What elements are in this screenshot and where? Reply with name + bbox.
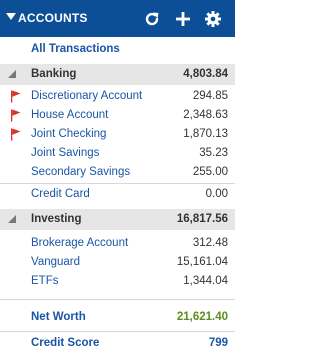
account-balance: 312.48 — [192, 237, 228, 249]
credit-score-value: 799 — [208, 337, 228, 349]
account-name[interactable]: Credit Card — [31, 185, 90, 204]
net-worth-value: 21,621.40 — [176, 311, 228, 323]
group-banking[interactable]: Banking 4,803.84 — [0, 64, 235, 85]
account-balance: 1,344.04 — [183, 275, 228, 287]
refresh-icon[interactable] — [143, 10, 161, 28]
add-icon[interactable] — [174, 10, 192, 28]
account-name[interactable]: ETFs — [31, 272, 58, 291]
account-row-credit-card[interactable]: Credit Card 0.00 — [0, 185, 235, 204]
account-row-joint-savings[interactable]: Joint Savings 35.23 — [0, 144, 235, 163]
group-label: Banking — [31, 68, 77, 80]
accounts-header[interactable]: ACCOUNTS — [0, 0, 235, 37]
gear-icon[interactable] — [204, 10, 222, 28]
account-row-brokerage[interactable]: Brokerage Account 312.48 — [0, 234, 235, 253]
flag-icon[interactable] — [10, 90, 21, 103]
account-balance: 294.85 — [192, 90, 228, 102]
divider — [0, 331, 235, 332]
net-worth-label[interactable]: Net Worth — [31, 308, 86, 327]
account-balance: 2,348.63 — [183, 109, 228, 121]
account-name[interactable]: Brokerage Account — [31, 234, 128, 253]
accounts-panel: ACCOUNTS All Transactions Banking 4,803.… — [0, 0, 235, 353]
flag-icon[interactable] — [10, 109, 21, 122]
account-name[interactable]: Secondary Savings — [31, 163, 130, 182]
expand-triangle-icon[interactable] — [8, 215, 16, 223]
collapse-caret-icon[interactable] — [6, 13, 16, 20]
account-name[interactable]: Joint Savings — [31, 144, 99, 163]
all-transactions-link[interactable]: All Transactions — [31, 43, 120, 55]
account-name[interactable]: House Account — [31, 106, 108, 125]
group-total: 16,817.56 — [176, 213, 228, 225]
flag-icon[interactable] — [10, 128, 21, 141]
account-balance: 1,870.13 — [183, 128, 228, 140]
credit-score-label[interactable]: Credit Score — [31, 334, 99, 353]
account-name[interactable]: Joint Checking — [31, 125, 106, 144]
account-row-etfs[interactable]: ETFs 1,344.04 — [0, 272, 235, 291]
accounts-title[interactable]: ACCOUNTS — [18, 0, 88, 37]
account-row-house[interactable]: House Account 2,348.63 — [0, 106, 235, 125]
account-row-secondary-savings[interactable]: Secondary Savings 255.00 — [0, 163, 235, 182]
account-name[interactable]: Discretionary Account — [31, 87, 142, 106]
account-balance: 0.00 — [205, 188, 228, 200]
account-row-joint-checking[interactable]: Joint Checking 1,870.13 — [0, 125, 235, 144]
group-label: Investing — [31, 213, 82, 225]
account-row-vanguard[interactable]: Vanguard 15,161.04 — [0, 253, 235, 272]
account-name[interactable]: Vanguard — [31, 253, 80, 272]
account-balance: 35.23 — [199, 147, 228, 159]
account-balance: 15,161.04 — [176, 256, 228, 268]
account-row-discretionary[interactable]: Discretionary Account 294.85 — [0, 87, 235, 106]
expand-triangle-icon[interactable] — [8, 70, 16, 78]
divider — [0, 299, 235, 300]
credit-score-row[interactable]: Credit Score 799 — [0, 334, 235, 353]
account-balance: 255.00 — [192, 166, 228, 178]
group-investing[interactable]: Investing 16,817.56 — [0, 209, 235, 230]
divider — [0, 183, 235, 184]
net-worth-row[interactable]: Net Worth 21,621.40 — [0, 308, 235, 327]
group-total: 4,803.84 — [183, 68, 228, 80]
